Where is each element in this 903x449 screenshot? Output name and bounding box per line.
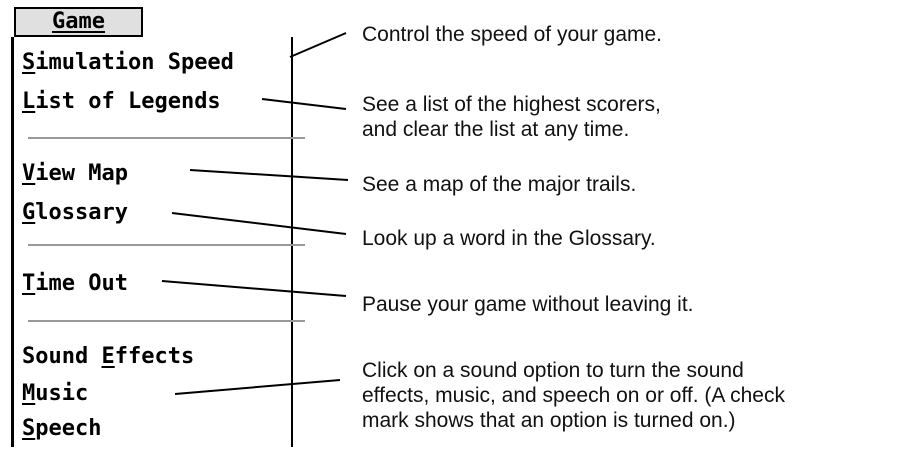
callout-list-of-legends: See a list of the highest scorers, and c…: [362, 93, 661, 141]
callout-glossary: Look up a word in the Glossary.: [362, 227, 656, 250]
leader-line-view-map: [189, 169, 349, 181]
leader-line-list-of-legends: [261, 98, 347, 110]
callout-simulation-speed: Control the speed of your game.: [362, 23, 663, 46]
leader-line-glossary: [171, 212, 347, 235]
callout-sound-options: Click on a sound option to turn the soun…: [362, 359, 785, 432]
leader-line-time-out: [161, 280, 347, 297]
leader-line-sound-options: [174, 379, 341, 395]
leader-line-simulation-speed: [289, 32, 347, 58]
callout-time-out: Pause your game without leaving it.: [362, 293, 694, 316]
callout-view-map: See a map of the major trails.: [362, 173, 637, 196]
